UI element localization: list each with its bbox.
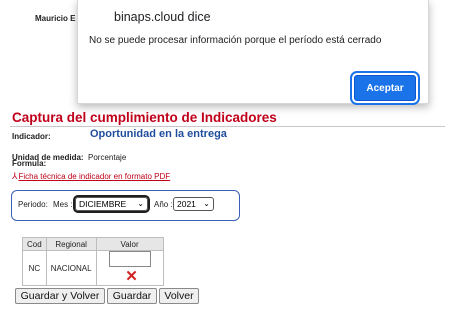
year-select[interactable]: 2021 ⌄ bbox=[173, 197, 214, 211]
save-button[interactable]: Guardar bbox=[107, 288, 157, 304]
values-table: Cod Regional Valor NC NACIONAL ✕ bbox=[22, 237, 164, 286]
dialog-message: No se puede procesar información porque … bbox=[89, 35, 382, 46]
year-select-value: 2021 bbox=[177, 199, 196, 209]
unit-value: Porcentaje bbox=[88, 153, 127, 162]
dialog-accept-button[interactable]: Aceptar bbox=[350, 71, 420, 105]
alert-dialog: binaps.cloud dice No se puede procesar i… bbox=[77, 0, 429, 105]
chevron-down-icon: ⌄ bbox=[203, 199, 210, 208]
delete-x-icon[interactable]: ✕ bbox=[125, 268, 138, 285]
chevron-down-icon: ⌄ bbox=[137, 199, 144, 208]
page-title: Captura del cumplimiento de Indicadores bbox=[12, 110, 277, 125]
pdf-link-text[interactable]: Ficha técnica de indicador en formato PD… bbox=[19, 172, 171, 181]
cell-valor: ✕ bbox=[95, 250, 164, 286]
pdf-icon: ⅄ bbox=[12, 171, 18, 181]
indicator-value: Oportunidad en la entrega bbox=[90, 128, 227, 140]
indicator-label: Indicador: bbox=[12, 132, 51, 141]
year-label: Año : bbox=[154, 200, 173, 209]
pdf-datasheet-link[interactable]: ⅄Ficha técnica de indicador en formato P… bbox=[12, 171, 170, 182]
month-label: Mes : bbox=[53, 200, 73, 209]
table-header-row: Cod Regional Valor bbox=[22, 237, 164, 251]
table-row: NC NACIONAL ✕ bbox=[22, 250, 164, 286]
cell-regional: NACIONAL bbox=[45, 250, 97, 286]
cell-cod: NC bbox=[22, 250, 47, 286]
column-header-regional: Regional bbox=[45, 237, 97, 251]
month-select[interactable]: DICIEMBRE ⌄ bbox=[73, 195, 150, 213]
column-header-cod: Cod bbox=[22, 237, 47, 251]
period-selector-box: Periodo: Mes : DICIEMBRE ⌄ Año : 2021 ⌄ bbox=[11, 190, 240, 221]
formula-label: Formula: bbox=[12, 159, 47, 168]
column-header-valor: Valor bbox=[95, 237, 164, 251]
values-table-wrap: Cod Regional Valor NC NACIONAL ✕ bbox=[22, 237, 164, 286]
value-input[interactable] bbox=[108, 251, 151, 267]
month-select-value: DICIEMBRE bbox=[79, 199, 127, 209]
title-divider bbox=[10, 126, 445, 127]
period-label: Periodo: bbox=[18, 200, 48, 209]
user-name: Mauricio E bbox=[35, 14, 76, 23]
dialog-title: binaps.cloud dice bbox=[114, 10, 211, 24]
save-and-return-button[interactable]: Guardar y Volver bbox=[15, 288, 105, 304]
back-button[interactable]: Volver bbox=[159, 288, 199, 304]
